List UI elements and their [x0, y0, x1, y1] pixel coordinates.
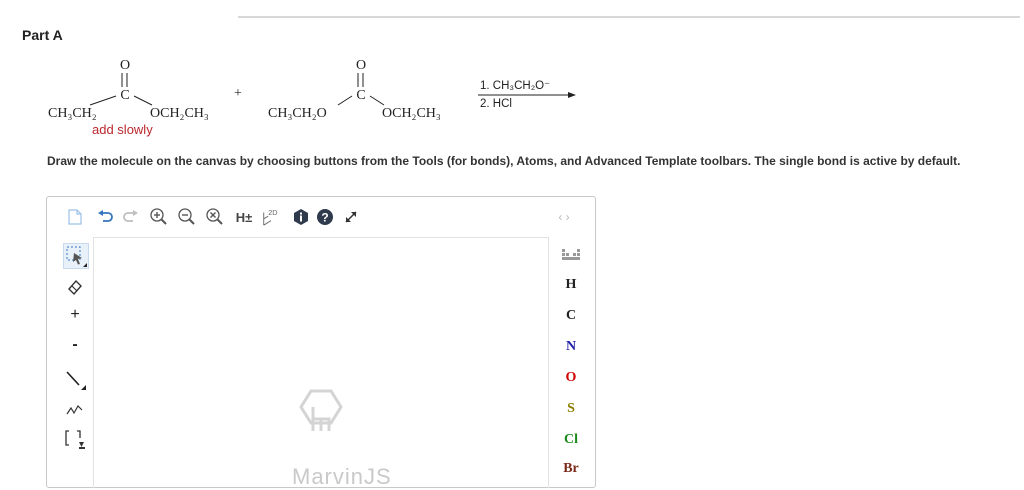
redo-icon[interactable]	[121, 207, 141, 227]
top-toolbar: H± 2D ? ‹ ›	[47, 197, 595, 235]
instructions-text: Draw the molecule on the canvas by choos…	[47, 154, 961, 168]
atom-h-button[interactable]: H	[547, 277, 595, 293]
r2-oxygen: O	[356, 58, 366, 73]
increase-charge-button[interactable]: +	[63, 303, 87, 327]
periodic-table-icon[interactable]	[561, 247, 581, 268]
hydrogens-toggle-button[interactable]: H±	[231, 207, 257, 227]
chain-tool-icon[interactable]	[63, 397, 87, 421]
clean-2d-label: 2D	[268, 208, 277, 217]
decrease-charge-button[interactable]: -	[63, 333, 87, 357]
part-title: Part A	[22, 27, 63, 43]
atoms-toolbar: H C N O S Cl Br	[547, 237, 595, 487]
fullscreen-icon[interactable]	[341, 207, 361, 227]
marvin-watermark: MarvinJS	[292, 464, 392, 489]
clean-2d-button[interactable]: 2D	[261, 207, 281, 227]
r2-right-group: OCH₂CH₃	[382, 106, 441, 121]
atom-s-button[interactable]: S	[547, 401, 595, 417]
r1-oxygen: O	[120, 58, 130, 73]
marvin-logo	[289, 387, 359, 452]
atom-n-button[interactable]: N	[547, 339, 595, 355]
help-icon[interactable]: ?	[315, 207, 335, 227]
r1-right-group: OCH₂CH₃	[150, 106, 209, 121]
add-slowly-note: add slowly	[92, 122, 153, 137]
left-tools-bar: + -	[47, 237, 93, 487]
condition-step-1: 1. CH₃CH₂O⁻	[480, 80, 550, 92]
atom-c-button[interactable]: C	[547, 308, 595, 324]
atom-cl-button[interactable]: Cl	[547, 432, 595, 448]
svg-text:?: ?	[321, 211, 328, 225]
eraser-tool-icon[interactable]	[63, 275, 87, 299]
r2-carbon: C	[356, 88, 365, 103]
r1-left-group: CH₃CH₂	[48, 106, 97, 121]
atom-o-button[interactable]: O	[547, 370, 595, 386]
template-tool-icon[interactable]	[63, 427, 87, 451]
top-divider	[238, 16, 1020, 18]
single-bond-tool-icon[interactable]	[63, 367, 87, 391]
atom-br-button[interactable]: Br	[547, 461, 595, 477]
reactant-2: O C CH₃CH₂O OCH₂CH₃	[268, 58, 441, 121]
plus-sign: +	[234, 86, 242, 101]
r2-left-group: CH₃CH₂O	[268, 106, 327, 121]
zoom-reset-icon[interactable]	[205, 207, 225, 227]
condition-step-2: 2. HCl	[480, 98, 512, 110]
zoom-in-icon[interactable]	[149, 207, 169, 227]
info-icon[interactable]	[291, 207, 311, 227]
reactant-1: O C CH₃CH₂ OCH₂CH₃	[48, 58, 209, 121]
undo-icon[interactable]	[95, 207, 115, 227]
selection-tool-icon[interactable]	[63, 243, 89, 269]
zoom-out-icon[interactable]	[177, 207, 197, 227]
new-document-icon[interactable]	[65, 207, 85, 227]
r1-carbon: C	[120, 88, 129, 103]
toolbar-scroll-arrows[interactable]: ‹ ›	[551, 207, 577, 227]
structure-editor: H± 2D ? ‹ › + - MarvinJS H C N O S Cl Br	[46, 196, 596, 489]
